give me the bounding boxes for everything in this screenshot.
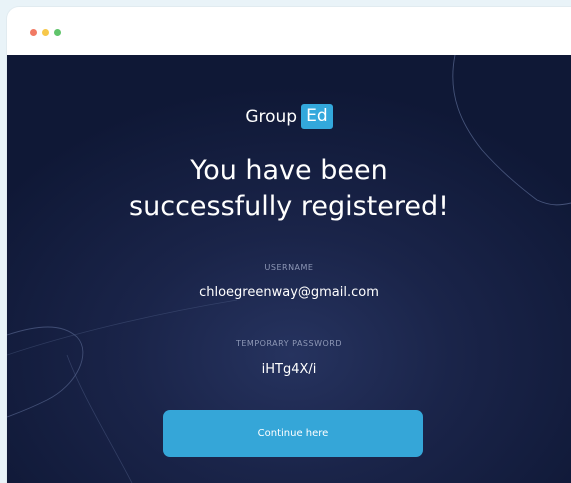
minimize-window-icon[interactable] — [42, 29, 49, 36]
registration-success-panel: Group Ed You have been successfully regi… — [7, 55, 571, 483]
headline-line-2: successfully registered! — [129, 191, 449, 222]
temporary-password-label: TEMPORARY PASSWORD — [235, 339, 342, 348]
success-headline: You have been successfully registered! — [7, 153, 571, 225]
temporary-password-value: iHTg4X/i — [261, 362, 317, 377]
username-value: chloegreenway@gmail.com — [199, 285, 379, 300]
window-titlebar — [7, 7, 571, 55]
logo-text: Group — [245, 106, 298, 127]
close-window-icon[interactable] — [30, 29, 37, 36]
continue-button[interactable]: Continue here — [163, 410, 423, 457]
username-label: USERNAME — [264, 263, 314, 272]
group-ed-logo: Group Ed — [7, 104, 571, 129]
headline-line-1: You have been — [190, 155, 388, 186]
browser-window: Group Ed You have been successfully regi… — [7, 7, 571, 483]
maximize-window-icon[interactable] — [54, 29, 61, 36]
logo-badge: Ed — [301, 104, 333, 129]
